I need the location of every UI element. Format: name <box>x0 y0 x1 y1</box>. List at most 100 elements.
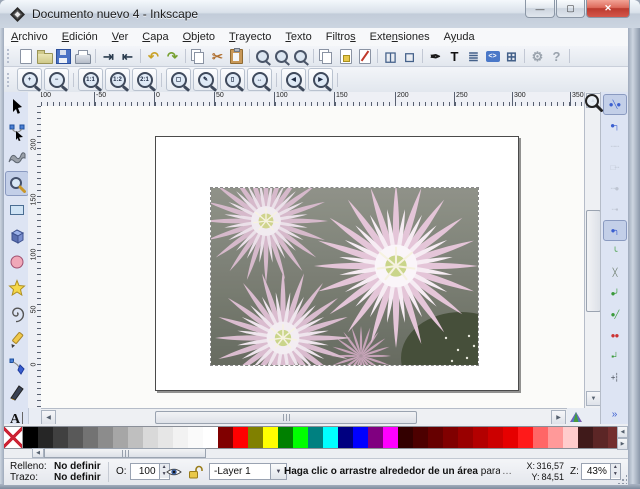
scroll-down-button[interactable]: ▼ <box>586 391 601 406</box>
palette-scrollbar[interactable]: ◀ <box>32 449 242 457</box>
title-bar[interactable]: Documento nuevo 4 - Inkscape — ▢ ✕ <box>0 0 640 29</box>
opacity-spinbox[interactable]: 100 ▲▼ <box>130 463 170 480</box>
tool-rectangle[interactable] <box>5 197 29 222</box>
scroll-left-button[interactable]: ◀ <box>41 410 56 425</box>
current-layer-field[interactable]: -Layer 1 <box>209 463 271 480</box>
cut-button[interactable]: ✂ <box>208 47 227 65</box>
color-swatch[interactable] <box>308 427 323 448</box>
palette-scrollbar-thumb[interactable] <box>44 448 206 458</box>
snap-bbox-edges-button[interactable]: ┄┄ <box>603 136 627 157</box>
snap-bbox-centers-button[interactable]: ┄▪ <box>603 199 627 220</box>
color-swatch[interactable] <box>368 427 383 448</box>
menu-item[interactable]: Extensiones <box>363 28 437 46</box>
menu-item[interactable]: Ayuda <box>437 28 482 46</box>
zoom-spinbox[interactable]: 43% ▲▼ <box>581 463 621 480</box>
align-dialog-button[interactable]: ⊞ <box>502 47 521 65</box>
tool-ellipse[interactable] <box>5 249 29 274</box>
menu-item[interactable]: Objeto <box>176 28 222 46</box>
color-swatch[interactable] <box>533 427 548 448</box>
zoom-previous-button[interactable]: ◀ <box>281 68 306 91</box>
horizontal-scrollbar-thumb[interactable] <box>155 411 417 424</box>
color-swatch[interactable] <box>398 427 413 448</box>
color-swatch[interactable] <box>428 427 443 448</box>
close-button[interactable]: ✕ <box>586 0 630 18</box>
swatch-none[interactable] <box>4 427 23 448</box>
print-button[interactable] <box>73 47 92 65</box>
palette-scroll-left-button[interactable]: ◀ <box>32 448 44 458</box>
duplicate-button[interactable] <box>317 47 336 65</box>
color-swatch[interactable] <box>233 427 248 448</box>
toolbar-grip[interactable] <box>7 73 12 87</box>
preferences-button[interactable]: ⚙ <box>528 47 547 65</box>
document-properties-button[interactable]: ? <box>547 47 566 65</box>
fill-stroke-indicator[interactable]: Relleno:No definir Trazo:No definir <box>10 461 101 483</box>
color-swatch[interactable] <box>53 427 68 448</box>
undo-button[interactable]: ↶ <box>144 47 163 65</box>
copy-button[interactable] <box>189 47 208 65</box>
tool-tweak[interactable] <box>5 145 29 170</box>
color-swatch[interactable] <box>503 427 518 448</box>
menu-item[interactable]: Trayecto <box>222 28 278 46</box>
import-button[interactable]: ⇥ <box>99 47 118 65</box>
canvas[interactable] <box>41 106 584 408</box>
paste-button[interactable] <box>227 47 246 65</box>
menu-item[interactable]: Edición <box>55 28 105 46</box>
color-swatch[interactable] <box>113 427 128 448</box>
minimize-button[interactable]: — <box>525 0 555 18</box>
color-swatch[interactable] <box>68 427 83 448</box>
color-swatch[interactable] <box>353 427 368 448</box>
zoom-in-button[interactable]: + <box>17 68 42 91</box>
tool-pencil[interactable] <box>5 327 29 352</box>
color-swatch[interactable] <box>563 427 578 448</box>
snap-midpoints-button[interactable]: ●● <box>603 325 627 346</box>
color-swatch[interactable] <box>593 427 608 448</box>
color-swatch[interactable] <box>488 427 503 448</box>
color-swatch[interactable] <box>38 427 53 448</box>
zoom-out-button[interactable]: − <box>44 68 69 91</box>
clone-button[interactable] <box>336 47 355 65</box>
toolbar-grip[interactable] <box>7 49 12 63</box>
zoom-page-button[interactable] <box>291 47 310 65</box>
color-swatch[interactable] <box>323 427 338 448</box>
color-swatch[interactable] <box>278 427 293 448</box>
save-button[interactable] <box>54 47 73 65</box>
text-dialog-button[interactable]: T <box>445 47 464 65</box>
tool-calligraphy[interactable] <box>5 379 29 404</box>
ungroup-button[interactable]: ◻ <box>400 47 419 65</box>
tool-spiral[interactable] <box>5 301 29 326</box>
menu-item[interactable]: Texto <box>278 28 318 46</box>
menu-item[interactable]: Capa <box>135 28 175 46</box>
menu-item[interactable]: Archivo <box>4 28 55 46</box>
menu-item[interactable]: Filtros <box>319 28 363 46</box>
color-swatch[interactable] <box>293 427 308 448</box>
color-swatch[interactable] <box>338 427 353 448</box>
export-button[interactable]: ⇤ <box>118 47 137 65</box>
xml-editor-button[interactable]: <> <box>483 47 502 65</box>
color-swatch[interactable] <box>443 427 458 448</box>
statusbar-overflow[interactable]: … <box>502 466 512 477</box>
open-document-button[interactable] <box>35 47 54 65</box>
new-document-button[interactable] <box>16 47 35 65</box>
zoom-drawing-button[interactable] <box>272 47 291 65</box>
snap-cusp-nodes-button[interactable]: ●╯ <box>603 283 627 304</box>
zoom-drawing-button[interactable]: ✎ <box>193 68 218 91</box>
color-swatch[interactable] <box>203 427 218 448</box>
cactus-flowers-photo[interactable] <box>210 187 479 366</box>
tool-node-editor[interactable] <box>5 119 29 144</box>
color-swatch[interactable] <box>248 427 263 448</box>
vertical-ruler[interactable]: 200150100500 <box>28 106 42 408</box>
color-swatch[interactable] <box>188 427 203 448</box>
snap-bbox-button[interactable]: ●┐ <box>603 115 627 136</box>
tool-star[interactable] <box>5 275 29 300</box>
horizontal-scrollbar[interactable]: ◀ ▶ <box>41 408 567 425</box>
zoom-page-width-button[interactable]: ↔ <box>247 68 272 91</box>
palette-prev-button[interactable]: ◀ <box>617 426 628 438</box>
color-swatch[interactable] <box>518 427 533 448</box>
unlink-clone-button[interactable] <box>355 47 374 65</box>
color-managed-view-button[interactable] <box>567 409 584 424</box>
color-swatch[interactable] <box>218 427 233 448</box>
tool-3dbox[interactable] <box>5 223 29 248</box>
vertical-scrollbar[interactable]: ▲ ▼ <box>584 92 601 408</box>
color-swatch[interactable] <box>578 427 593 448</box>
color-swatch[interactable] <box>23 427 38 448</box>
